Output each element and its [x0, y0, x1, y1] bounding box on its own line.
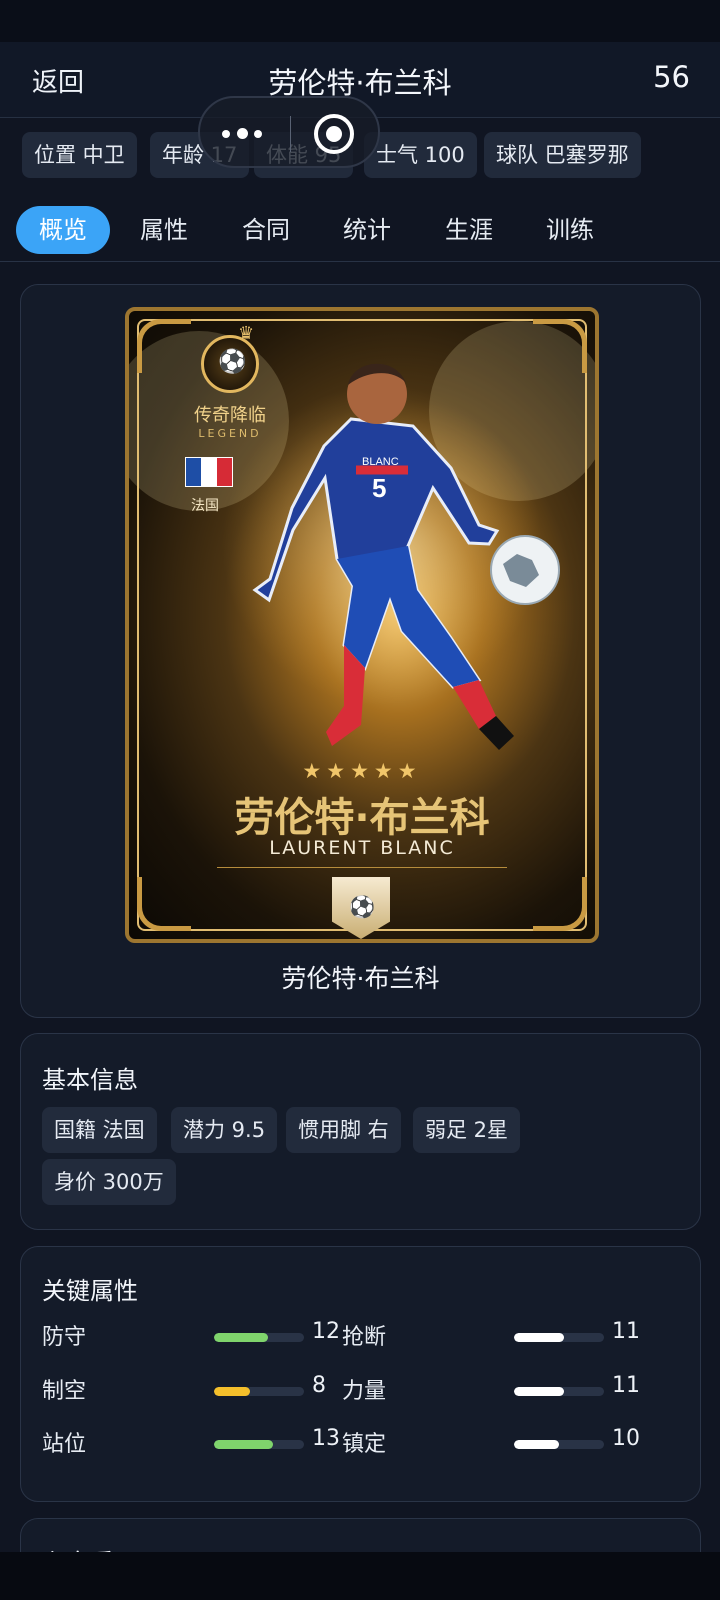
attribute-bar-fill [214, 1440, 273, 1449]
attribute-label: 抢断 [342, 1325, 387, 1350]
basic-info-panel: 基本信息 国籍 法国 潜力 9.5 惯用脚 右 弱足 2星 身价 300万 [20, 1033, 701, 1230]
attribute-bar [514, 1440, 604, 1449]
tab-career[interactable]: 生涯 [431, 206, 507, 254]
attribute-label: 镇定 [342, 1432, 387, 1457]
mini-program-capsule [198, 96, 380, 168]
card-player-name-cn: 劳伦特·布兰科 [234, 795, 490, 841]
close-target-icon[interactable] [314, 114, 354, 154]
attribute-bar-fill [514, 1333, 564, 1342]
player-illustration: BLANC 5 [222, 363, 560, 750]
page-title: 劳伦特·布兰科 [268, 66, 452, 100]
tab-attributes[interactable]: 属性 [126, 206, 202, 254]
shirt-name: BLANC [362, 456, 399, 468]
attribute-label: 防守 [42, 1325, 87, 1350]
attribute-bar-fill [214, 1387, 250, 1396]
attribute-label: 制空 [42, 1379, 87, 1404]
tab-bar: 概览 属性 合同 统计 生涯 训练 [0, 200, 720, 262]
attribute-value: 11 [612, 1373, 640, 1398]
attribute-bar-fill [514, 1440, 559, 1449]
attribute-bar-fill [214, 1333, 268, 1342]
card-divider [217, 867, 507, 868]
player-card-image[interactable]: ♛ 传奇降临 LEGEND 法国 BLANC 5 [125, 307, 599, 943]
attribute-bar [514, 1387, 604, 1396]
attribute-value: 12 [312, 1319, 340, 1344]
tag-team: 球队 巴塞罗那 [484, 132, 641, 178]
info-chip-potential: 潜力 9.5 [171, 1107, 278, 1153]
tab-overview[interactable]: 概览 [16, 206, 110, 254]
card-player-name-en: LAURENT BLANC [269, 837, 455, 859]
info-chip-nationality: 国籍 法国 [42, 1107, 157, 1153]
player-name-caption: 劳伦特·布兰科 [281, 964, 440, 993]
shirt-number: 5 [372, 473, 386, 503]
attribute-value: 8 [312, 1373, 326, 1398]
tag-position: 位置 中卫 [22, 132, 137, 178]
attribute-value: 10 [612, 1426, 640, 1451]
attribute-bar [514, 1333, 604, 1342]
attribute-value: 13 [312, 1426, 340, 1451]
bottom-bar [0, 1552, 720, 1600]
attribute-bar [214, 1387, 304, 1396]
attribute-bar-fill [514, 1387, 564, 1396]
more-icon[interactable] [222, 120, 264, 148]
info-chip-preferred-foot: 惯用脚 右 [286, 1107, 401, 1153]
basic-info-title: 基本信息 [42, 1066, 138, 1094]
player-card-panel: ♛ 传奇降临 LEGEND 法国 BLANC 5 [20, 284, 701, 1018]
rating-stars: ★★★★★ [302, 759, 422, 783]
attribute-bar [214, 1440, 304, 1449]
tab-contract[interactable]: 合同 [228, 206, 304, 254]
header-count: 56 [653, 60, 690, 94]
info-chip-market-value: 身价 300万 [42, 1159, 176, 1205]
attribute-label: 力量 [342, 1379, 387, 1404]
capsule-divider [290, 116, 291, 152]
info-chip-weak-foot: 弱足 2星 [413, 1107, 521, 1153]
attribute-value: 11 [612, 1319, 640, 1344]
attribute-bar [214, 1333, 304, 1342]
status-bar [0, 0, 720, 42]
tag-morale: 士气 100 [364, 132, 477, 178]
tab-training[interactable]: 训练 [532, 206, 608, 254]
tab-statistics[interactable]: 统计 [329, 206, 405, 254]
attribute-label: 站位 [42, 1432, 87, 1457]
key-attributes-title: 关键属性 [42, 1277, 138, 1305]
key-attributes-panel: 关键属性 防守 12 抢断 11 制空 8 力量 11 站位 13 镇定 10 [20, 1246, 701, 1502]
